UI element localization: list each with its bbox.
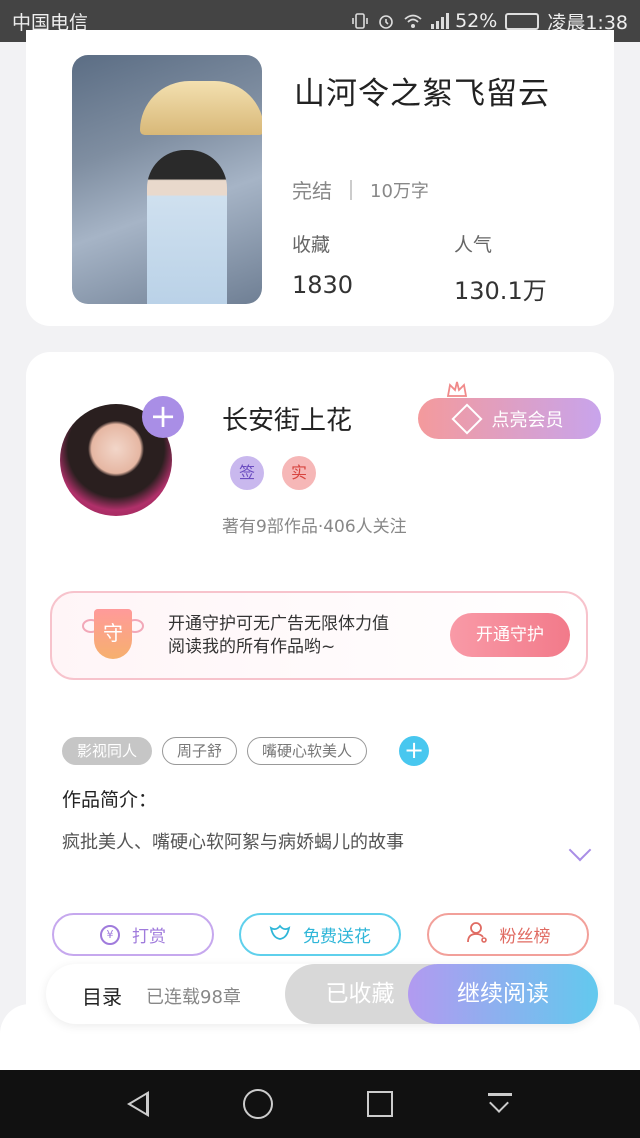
reward-label: 打赏 xyxy=(132,927,166,947)
cover-figure-art xyxy=(147,150,227,304)
continue-reading-button[interactable]: 继续阅读 xyxy=(408,964,598,1024)
cover-umbrella-art xyxy=(140,81,262,135)
popularity-value: 130.1万 xyxy=(454,277,547,305)
battery-percent: 52% xyxy=(455,10,498,32)
book-title: 山河令之絮飞留云 xyxy=(294,76,550,112)
system-nav-bar xyxy=(0,1070,640,1138)
meta-divider xyxy=(350,179,352,200)
word-count: 10万字 xyxy=(370,180,429,202)
notification-pull-icon[interactable] xyxy=(487,1091,513,1117)
author-name[interactable]: 长安街上花 xyxy=(222,400,352,437)
user-icon xyxy=(466,921,488,948)
completion-status: 完结 xyxy=(292,179,332,203)
yen-icon: ¥ xyxy=(100,924,120,945)
guard-description: 开通守护可无广告无限体力值 阅读我的所有作品哟~ xyxy=(168,613,389,659)
home-icon[interactable] xyxy=(243,1089,273,1119)
tag-item[interactable]: 周子舒 xyxy=(162,737,238,765)
recent-apps-icon[interactable] xyxy=(367,1091,393,1117)
tag-item[interactable]: 嘴硬心软美人 xyxy=(247,737,368,765)
vip-button[interactable]: 点亮会员 xyxy=(418,398,601,439)
table-of-contents-button[interactable]: 目录 xyxy=(82,981,122,1010)
send-flower-button[interactable]: 免费送花 xyxy=(239,913,401,956)
verified-author-badge: 实 xyxy=(282,456,316,490)
popularity-stat: 人气 130.1万 xyxy=(454,230,547,306)
author-stats: 著有9部作品·406人关注 xyxy=(222,517,407,537)
favorites-stat: 收藏 1830 xyxy=(292,230,353,299)
intro-label: 作品简介： xyxy=(62,789,158,811)
signal-icon xyxy=(429,12,450,30)
signed-author-badge: 签 xyxy=(230,456,264,490)
flower-icon xyxy=(269,922,291,947)
guard-line-1: 开通守护可无广告无限体力值 xyxy=(168,614,389,634)
open-guard-button[interactable]: 开通守护 xyxy=(450,613,570,657)
back-icon[interactable] xyxy=(127,1091,149,1117)
add-tag-button[interactable]: + xyxy=(399,736,430,766)
wifi-icon xyxy=(403,12,422,30)
guard-line-2: 阅读我的所有作品哟~ xyxy=(168,637,336,657)
follow-author-button[interactable]: + xyxy=(142,396,184,438)
shield-body: 守 xyxy=(94,609,132,659)
vip-button-label: 点亮会员 xyxy=(491,409,564,431)
reward-button[interactable]: ¥ 打赏 xyxy=(52,913,214,956)
diamond-icon xyxy=(450,402,483,435)
send-flower-label: 免费送花 xyxy=(303,927,371,947)
book-meta: 完结 10万字 xyxy=(292,175,429,204)
popularity-label: 人气 xyxy=(454,234,493,256)
book-cover[interactable] xyxy=(72,55,262,304)
intro-text: 疯批美人、嘴硬心软阿絮与病娇蝎儿的故事 xyxy=(62,832,404,853)
favorites-label: 收藏 xyxy=(292,234,331,256)
guard-shield-icon: 守 xyxy=(82,607,144,665)
tag-list: 影视同人 周子舒 嘴硬心软美人 + xyxy=(62,736,430,766)
chapter-count[interactable]: 已连载98章 xyxy=(146,983,241,1009)
chevron-down-icon[interactable] xyxy=(568,838,592,862)
alarm-icon xyxy=(377,12,395,30)
fans-ranking-button[interactable]: 粉丝榜 xyxy=(427,913,589,956)
reading-action-bar: 目录 已连载98章 已收藏 继续阅读 xyxy=(46,964,598,1024)
fans-ranking-label: 粉丝榜 xyxy=(499,927,551,947)
battery-icon xyxy=(505,12,540,30)
author-card: + 长安街上花 签 实 著有9部作品·406人关注 点亮会员 守 开通守护可无广… xyxy=(26,352,614,1052)
guard-banner: 守 开通守护可无广告无限体力值 阅读我的所有作品哟~ 开通守护 xyxy=(50,591,588,680)
favorites-value: 1830 xyxy=(292,271,354,299)
book-info-card: 山河令之絮飞留云 完结 10万字 收藏 1830 人气 130.1万 xyxy=(26,30,614,326)
tag-item[interactable]: 影视同人 xyxy=(62,737,153,765)
vibrate-icon xyxy=(351,12,369,30)
